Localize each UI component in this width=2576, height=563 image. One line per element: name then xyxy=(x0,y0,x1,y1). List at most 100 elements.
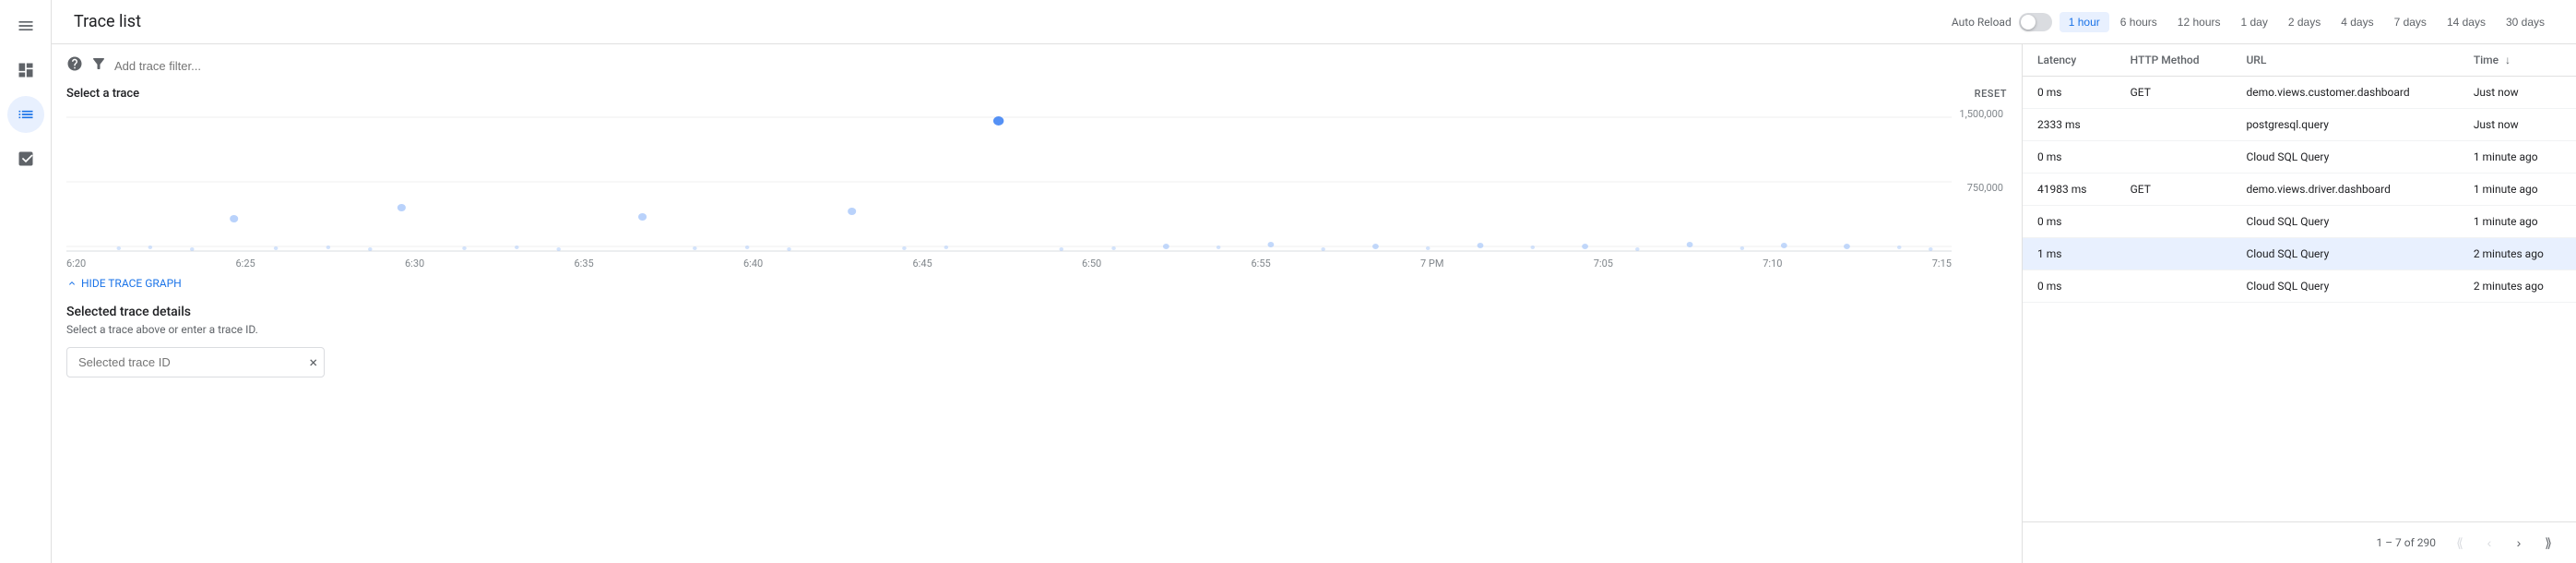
auto-reload-label: Auto Reload xyxy=(1952,16,2012,29)
time-range-buttons: 1 hour 6 hours 12 hours 1 day 2 days 4 d… xyxy=(2060,12,2554,32)
graph-title: Select a trace xyxy=(66,87,139,101)
time-btn-12hours[interactable]: 12 hours xyxy=(2168,12,2230,32)
trace-graph[interactable]: 1,500,000 750,000 xyxy=(66,108,2007,256)
cell-method xyxy=(2116,141,2232,174)
cell-method xyxy=(2116,206,2232,238)
table-row[interactable]: 0 ms Cloud SQL Query 2 minutes ago xyxy=(2023,270,2576,303)
main-content: Trace list Auto Reload 1 hour 6 hours 12… xyxy=(52,0,2576,563)
trace-id-input[interactable] xyxy=(66,347,325,377)
table-row[interactable]: 41983 ms GET demo.views.driver.dashboard… xyxy=(2023,174,2576,206)
cell-time: 2 minutes ago xyxy=(2459,270,2576,303)
x-label-635: 6:35 xyxy=(575,258,594,270)
cell-method: GET xyxy=(2116,174,2232,206)
hide-graph-label: HIDE TRACE GRAPH xyxy=(81,277,182,290)
pagination: 1 – 7 of 290 ⟪ ‹ › ⟫ xyxy=(2023,521,2576,563)
x-label-7pm: 7 PM xyxy=(1420,258,1443,270)
x-label-705: 7:05 xyxy=(1594,258,1613,270)
left-panel: Select a trace RESET xyxy=(52,44,2023,563)
first-page-button[interactable]: ⟪ xyxy=(2447,530,2473,556)
auto-reload-toggle[interactable] xyxy=(2019,13,2052,31)
filter-input[interactable] xyxy=(114,59,2007,73)
table-body: 0 ms GET demo.views.customer.dashboard J… xyxy=(2023,77,2576,303)
last-page-button[interactable]: ⟫ xyxy=(2535,530,2561,556)
page-range: 1 – 7 of 290 xyxy=(2376,536,2436,549)
col-time[interactable]: Time ↓ xyxy=(2459,44,2576,77)
sidebar-list-icon[interactable] xyxy=(7,96,44,133)
cell-time: 1 minute ago xyxy=(2459,174,2576,206)
sidebar-menu-icon[interactable] xyxy=(7,7,44,44)
trace-id-clear-button[interactable]: × xyxy=(309,353,317,371)
graph-header: Select a trace RESET xyxy=(66,87,2007,101)
y-axis-labels: 1,500,000 750,000 xyxy=(1952,108,2007,256)
x-label-630: 6:30 xyxy=(405,258,424,270)
cell-url: Cloud SQL Query xyxy=(2231,141,2458,174)
col-latency: Latency xyxy=(2023,44,2116,77)
x-label-715: 7:15 xyxy=(1932,258,1952,270)
prev-page-button[interactable]: ‹ xyxy=(2476,530,2502,556)
cell-method xyxy=(2116,238,2232,270)
cell-time: Just now xyxy=(2459,109,2576,141)
cell-method xyxy=(2116,109,2232,141)
time-btn-14days[interactable]: 14 days xyxy=(2438,12,2495,32)
time-btn-7days[interactable]: 7 days xyxy=(2385,12,2436,32)
cell-url: Cloud SQL Query xyxy=(2231,206,2458,238)
y-label-mid: 750,000 xyxy=(1955,182,2003,194)
cell-url: Cloud SQL Query xyxy=(2231,270,2458,303)
sidebar xyxy=(0,0,52,563)
sidebar-chart-icon[interactable] xyxy=(7,140,44,177)
x-label-620: 6:20 xyxy=(66,258,86,270)
trace-table: Latency HTTP Method URL Time ↓ 0 ms xyxy=(2023,44,2576,303)
cell-latency: 41983 ms xyxy=(2023,174,2116,206)
x-label-710: 7:10 xyxy=(1763,258,1782,270)
x-axis-labels: 6:20 6:25 6:30 6:35 6:40 6:45 6:50 6:55 … xyxy=(66,256,1952,270)
cell-time: 1 minute ago xyxy=(2459,206,2576,238)
cell-latency: 0 ms xyxy=(2023,77,2116,109)
table-row[interactable]: 2333 ms postgresql.query Just now xyxy=(2023,109,2576,141)
trace-id-input-wrapper: × xyxy=(66,347,325,377)
time-btn-2days[interactable]: 2 days xyxy=(2279,12,2330,32)
cell-method: GET xyxy=(2116,77,2232,109)
time-btn-1day[interactable]: 1 day xyxy=(2232,12,2277,32)
filter-bar xyxy=(66,55,2007,76)
table-row[interactable]: 0 ms GET demo.views.customer.dashboard J… xyxy=(2023,77,2576,109)
cell-latency: 0 ms xyxy=(2023,270,2116,303)
trace-details-section: Selected trace details Select a trace ab… xyxy=(66,305,2007,377)
table-header: Latency HTTP Method URL Time ↓ xyxy=(2023,44,2576,77)
table-row[interactable]: 1 ms Cloud SQL Query 2 minutes ago xyxy=(2023,238,2576,270)
sort-desc-icon: ↓ xyxy=(2505,54,2511,66)
filter-icon[interactable] xyxy=(90,55,107,76)
trace-details-subtitle: Select a trace above or enter a trace ID… xyxy=(66,323,2007,336)
cell-url: demo.views.driver.dashboard xyxy=(2231,174,2458,206)
time-btn-4days[interactable]: 4 days xyxy=(2332,12,2382,32)
x-label-645: 6:45 xyxy=(913,258,932,270)
cell-latency: 0 ms xyxy=(2023,206,2116,238)
cell-latency: 2333 ms xyxy=(2023,109,2116,141)
page-header: Trace list Auto Reload 1 hour 6 hours 12… xyxy=(52,0,2576,44)
trace-table-wrapper: Latency HTTP Method URL Time ↓ 0 ms xyxy=(2023,44,2576,521)
cell-latency: 0 ms xyxy=(2023,141,2116,174)
cell-time: 2 minutes ago xyxy=(2459,238,2576,270)
x-label-655: 6:55 xyxy=(1252,258,1271,270)
cell-method xyxy=(2116,270,2232,303)
y-label-top: 1,500,000 xyxy=(1955,108,2003,120)
cell-url: demo.views.customer.dashboard xyxy=(2231,77,2458,109)
header-controls: Auto Reload 1 hour 6 hours 12 hours 1 da… xyxy=(1952,12,2554,32)
table-row[interactable]: 0 ms Cloud SQL Query 1 minute ago xyxy=(2023,141,2576,174)
help-icon[interactable] xyxy=(66,55,83,76)
right-panel: Latency HTTP Method URL Time ↓ 0 ms xyxy=(2023,44,2576,563)
time-btn-30days[interactable]: 30 days xyxy=(2497,12,2554,32)
next-page-button[interactable]: › xyxy=(2506,530,2532,556)
cell-url: postgresql.query xyxy=(2231,109,2458,141)
page-title: Trace list xyxy=(74,12,141,31)
hide-graph-button[interactable]: HIDE TRACE GRAPH xyxy=(66,277,2007,290)
trace-details-title: Selected trace details xyxy=(66,305,2007,319)
col-url: URL xyxy=(2231,44,2458,77)
time-btn-6hours[interactable]: 6 hours xyxy=(2111,12,2166,32)
x-label-650: 6:50 xyxy=(1082,258,1101,270)
sidebar-dashboard-icon[interactable] xyxy=(7,52,44,89)
cell-url: Cloud SQL Query xyxy=(2231,238,2458,270)
cell-latency: 1 ms xyxy=(2023,238,2116,270)
table-row[interactable]: 0 ms Cloud SQL Query 1 minute ago xyxy=(2023,206,2576,238)
reset-button[interactable]: RESET xyxy=(1975,88,2007,100)
time-btn-1hour[interactable]: 1 hour xyxy=(2060,12,2109,32)
